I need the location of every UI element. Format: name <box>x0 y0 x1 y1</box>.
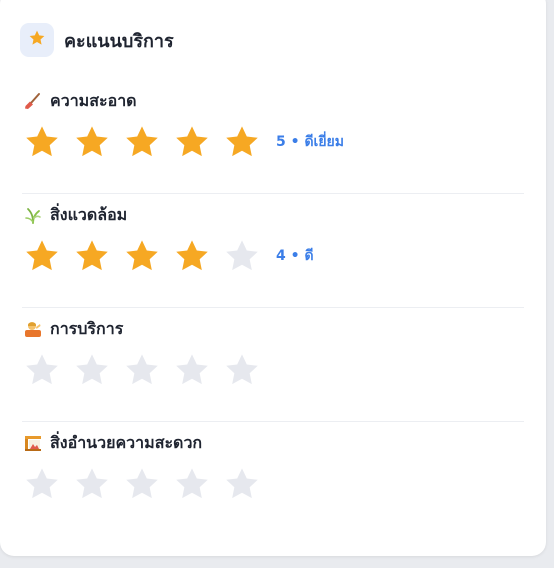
card-title: คะแนนบริการ <box>64 30 174 52</box>
rating-section-amenities: สิ่งอำนวยความสะดวก <box>22 422 524 536</box>
star-empty-icon[interactable] <box>224 352 260 388</box>
star-empty-icon[interactable] <box>124 466 160 502</box>
star-empty-icon[interactable] <box>24 466 60 502</box>
category-header: สิ่งอำนวยความสะดวก <box>24 432 202 454</box>
star-filled-icon[interactable] <box>174 124 210 160</box>
star-rating[interactable] <box>24 352 274 388</box>
star-icon <box>28 29 46 51</box>
star-empty-icon[interactable] <box>124 352 160 388</box>
star-empty-icon[interactable] <box>174 352 210 388</box>
star-filled-icon[interactable] <box>124 238 160 274</box>
star-filled-icon[interactable] <box>24 238 60 274</box>
star-rating[interactable]: 4 • ดี <box>24 238 314 274</box>
category-header: ความสะอาด <box>24 90 137 112</box>
star-empty-icon[interactable] <box>224 238 260 274</box>
star-filled-icon[interactable] <box>224 124 260 160</box>
category-label: การบริการ <box>50 318 124 338</box>
category-label: สิ่งอำนวยความสะดวก <box>50 432 203 452</box>
category-header: การบริการ <box>24 318 123 340</box>
star-empty-icon[interactable] <box>24 352 60 388</box>
rating-text: 5 • ดีเยี่ยม <box>276 134 344 150</box>
star-empty-icon[interactable] <box>74 466 110 502</box>
category-label: สิ่งแวดล้อม <box>50 204 128 224</box>
rating-section-environment: สิ่งแวดล้อม 4 • ดี <box>22 194 524 308</box>
service-rating-card: คะแนนบริการ ความสะอาด 5 • ดีเยี่ยม สิ่งแ… <box>0 0 546 556</box>
rating-text: 4 • ดี <box>276 248 314 264</box>
rating-section-service: การบริการ <box>22 308 524 422</box>
star-empty-icon[interactable] <box>74 352 110 388</box>
star-rating[interactable] <box>24 466 274 502</box>
star-filled-icon[interactable] <box>124 124 160 160</box>
rating-section-cleanliness: ความสะอาด 5 • ดีเยี่ยม <box>22 80 524 194</box>
header-icon-box <box>20 23 54 57</box>
star-empty-icon[interactable] <box>174 466 210 502</box>
category-label: ความสะอาด <box>50 90 137 110</box>
service-person-icon <box>24 320 42 338</box>
amenities-icon <box>24 434 42 452</box>
star-filled-icon[interactable] <box>74 238 110 274</box>
card-header: คะแนนบริการ <box>20 23 174 57</box>
star-filled-icon[interactable] <box>74 124 110 160</box>
star-filled-icon[interactable] <box>24 124 60 160</box>
broom-icon <box>24 92 42 110</box>
star-filled-icon[interactable] <box>174 238 210 274</box>
star-rating[interactable]: 5 • ดีเยี่ยม <box>24 124 344 160</box>
plant-icon <box>24 206 42 224</box>
category-header: สิ่งแวดล้อม <box>24 204 127 226</box>
star-empty-icon[interactable] <box>224 466 260 502</box>
